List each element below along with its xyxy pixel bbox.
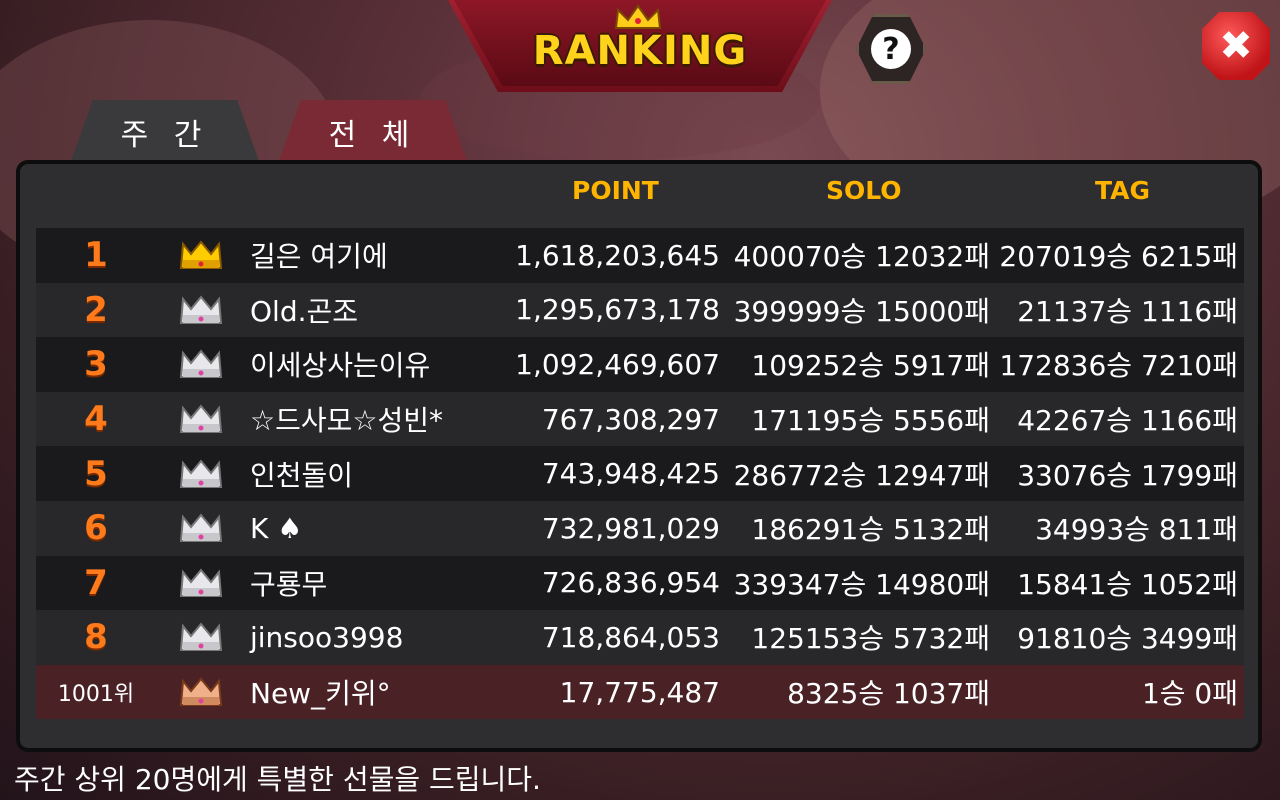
player-point: 767,308,297	[541, 402, 720, 436]
rank-number: 1	[84, 235, 108, 276]
player-name: 이세상사는이유	[250, 349, 431, 383]
player-name: 길은 여기에	[250, 240, 388, 274]
player-tag: 207019승 6215패	[999, 240, 1238, 274]
column-header-solo: SOLO	[826, 176, 902, 205]
bronze-crown-icon	[156, 675, 246, 709]
player-name: New_키위°	[250, 677, 391, 711]
player-name: Old.곤조	[250, 294, 359, 328]
silver-crown-icon	[156, 293, 246, 327]
rank-number: 1001위	[57, 682, 135, 708]
player-solo: 186291승 5132패	[751, 513, 990, 547]
player-tag: 42267승 1166패	[1017, 404, 1238, 438]
player-name: 인천돌이	[250, 458, 354, 492]
player-solo: 339347승 14980패	[733, 567, 990, 601]
silver-crown-icon	[156, 402, 246, 436]
player-tag: 34993승 811패	[1035, 513, 1238, 547]
silver-crown-icon	[156, 347, 246, 381]
table-row[interactable]: 4 ☆드사모☆성빈* 767,308,297 171195승 5556패 422…	[36, 391, 1244, 447]
tab-weekly[interactable]: 주 간	[70, 100, 260, 164]
rank-number: 2	[84, 289, 108, 330]
player-tag: 21137승 1116패	[1017, 294, 1238, 328]
player-point: 1,618,203,645	[515, 238, 720, 272]
player-point: 726,836,954	[541, 566, 720, 600]
rank-number: 4	[84, 399, 108, 440]
rank-number: 6	[84, 508, 108, 549]
rank-number: 8	[84, 617, 108, 658]
player-name: ☆드사모☆성빈*	[250, 404, 444, 438]
rank-number: 5	[84, 453, 108, 494]
player-point: 17,775,487	[559, 675, 720, 709]
close-button[interactable]: ✖	[1202, 12, 1270, 80]
rank-number: 3	[84, 344, 108, 385]
close-icon: ✖	[1219, 23, 1253, 69]
table-row[interactable]: 7 구룡무 726,836,954 339347승 14980패 15841승 …	[36, 555, 1244, 611]
tab-weekly-label: 주 간	[120, 118, 210, 153]
player-solo: 399999승 15000패	[733, 294, 990, 328]
player-point: 1,092,469,607	[515, 347, 720, 381]
player-point: 743,948,425	[541, 457, 720, 491]
player-solo: 400070승 12032패	[733, 240, 990, 274]
footer-notice: 주간 상위 20명에게 특별한 선물을 드립니다.	[14, 763, 541, 796]
player-name: K ♠	[250, 511, 303, 545]
player-solo: 125153승 5732패	[751, 622, 990, 656]
player-tag: 91810승 3499패	[1017, 622, 1238, 656]
gold-crown-icon	[156, 238, 246, 272]
ranking-table: 1 길은 여기에 1,618,203,645 400070승 12032패 20…	[36, 228, 1244, 720]
player-tag: 15841승 1052패	[1017, 567, 1238, 601]
table-row[interactable]: 5 인천돌이 743,948,425 286772승 12947패 33076승…	[36, 446, 1244, 501]
table-row[interactable]: 6 K ♠ 732,981,029 186291승 5132패 34993승 8…	[36, 500, 1244, 556]
silver-crown-icon	[156, 457, 246, 491]
silver-crown-icon	[156, 566, 246, 600]
player-solo: 171195승 5556패	[751, 404, 990, 438]
help-icon: ?	[871, 29, 911, 69]
rank-number: 7	[84, 562, 108, 603]
table-row[interactable]: 1 길은 여기에 1,618,203,645 400070승 12032패 20…	[36, 228, 1244, 283]
silver-crown-icon	[156, 511, 246, 545]
player-tag: 172836승 7210패	[999, 349, 1238, 383]
page-title: RANKING	[532, 28, 748, 74]
table-row[interactable]: 8 jinsoo3998 718,864,053 125153승 5732패 9…	[36, 610, 1244, 665]
tab-all[interactable]: 전 체	[278, 100, 468, 164]
tab-all-label: 전 체	[328, 118, 418, 153]
player-name: jinsoo3998	[250, 620, 404, 654]
player-solo: 286772승 12947패	[733, 458, 990, 492]
player-point: 732,981,029	[541, 511, 720, 545]
column-header-point: POINT	[572, 176, 659, 205]
my-rank-row[interactable]: 1001위 New_키위° 17,775,487 8325승 1037패 1승 …	[36, 664, 1244, 720]
column-header-tag: TAG	[1095, 176, 1150, 205]
crown-icon	[614, 4, 662, 29]
player-point: 1,295,673,178	[515, 293, 720, 327]
table-row[interactable]: 2 Old.곤조 1,295,673,178 399999승 15000패 21…	[36, 282, 1244, 338]
player-point: 718,864,053	[541, 620, 720, 654]
player-solo: 8325승 1037패	[787, 677, 990, 711]
table-row[interactable]: 3 이세상사는이유 1,092,469,607 109252승 5917패 17…	[36, 337, 1244, 392]
silver-crown-icon	[156, 620, 246, 654]
player-tag: 1승 0패	[1141, 677, 1238, 711]
player-tag: 33076승 1799패	[1017, 458, 1238, 492]
player-solo: 109252승 5917패	[751, 349, 990, 383]
player-name: 구룡무	[250, 567, 328, 601]
